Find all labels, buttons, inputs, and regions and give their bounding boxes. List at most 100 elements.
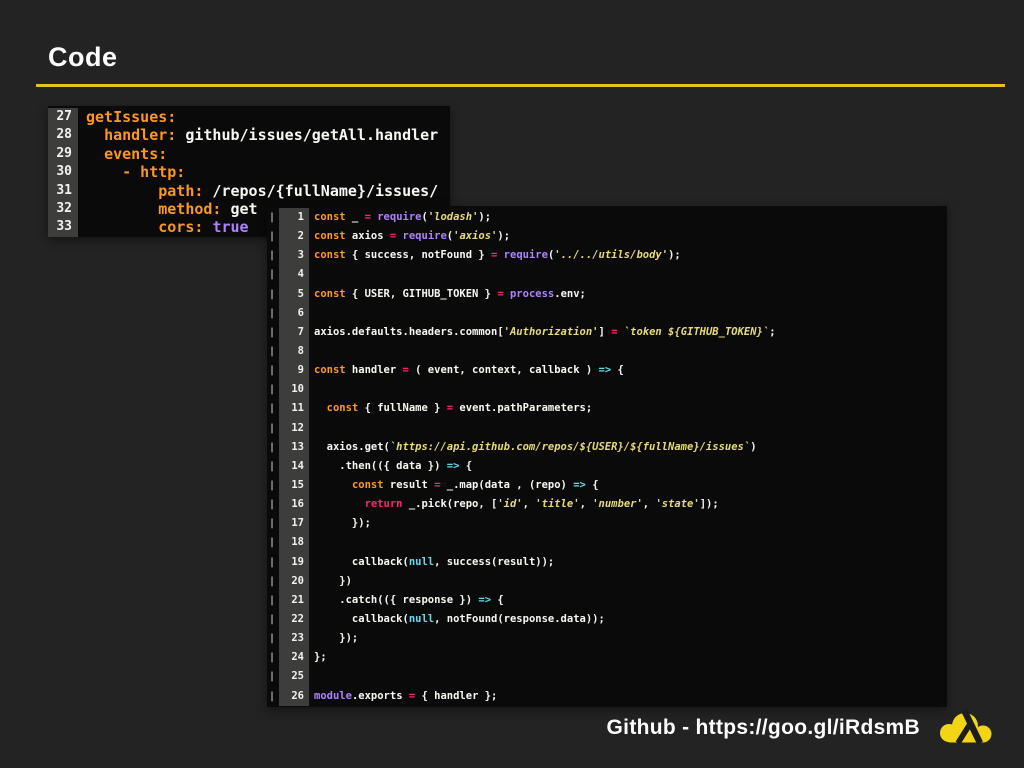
line-number: 32 bbox=[48, 200, 78, 218]
code-line: |9const handler = ( event, context, call… bbox=[267, 361, 947, 380]
pane-divider-mark: | bbox=[267, 438, 279, 457]
pane-divider-mark: | bbox=[267, 495, 279, 514]
pane-divider-mark: | bbox=[267, 227, 279, 246]
code-line: 27getIssues: bbox=[48, 108, 450, 126]
line-number: 14 bbox=[279, 457, 309, 476]
code-text: }; bbox=[309, 648, 947, 667]
pane-divider-mark: | bbox=[267, 610, 279, 629]
line-number: 28 bbox=[48, 126, 78, 144]
code-text bbox=[309, 533, 947, 552]
line-number: 33 bbox=[48, 218, 78, 236]
code-text: axios.get(`https://api.github.com/repos/… bbox=[309, 438, 947, 457]
line-number: 24 bbox=[279, 648, 309, 667]
line-number: 5 bbox=[279, 285, 309, 304]
line-number: 6 bbox=[279, 304, 309, 323]
line-number: 22 bbox=[279, 610, 309, 629]
code-text: const { fullName } = event.pathParameter… bbox=[309, 399, 947, 418]
code-text: axios.defaults.headers.common['Authoriza… bbox=[309, 323, 947, 342]
code-text: events: bbox=[78, 145, 450, 163]
line-number: 2 bbox=[279, 227, 309, 246]
line-number: 23 bbox=[279, 629, 309, 648]
code-line: |15 const result = _.map(data , (repo) =… bbox=[267, 476, 947, 495]
code-text: const result = _.map(data , (repo) => { bbox=[309, 476, 947, 495]
code-text: module.exports = { handler }; bbox=[309, 687, 947, 706]
line-number: 21 bbox=[279, 591, 309, 610]
code-text: callback(null, notFound(response.data)); bbox=[309, 610, 947, 629]
pane-divider-mark: | bbox=[267, 629, 279, 648]
code-line: |10 bbox=[267, 380, 947, 399]
pane-divider-mark: | bbox=[267, 667, 279, 686]
line-number: 13 bbox=[279, 438, 309, 457]
code-text: }) bbox=[309, 572, 947, 591]
pane-divider-mark: | bbox=[267, 419, 279, 438]
code-line: 29 events: bbox=[48, 145, 450, 163]
code-text: const handler = ( event, context, callba… bbox=[309, 361, 947, 380]
code-line: |3const { success, notFound } = require(… bbox=[267, 246, 947, 265]
line-number: 19 bbox=[279, 553, 309, 572]
code-text: const { success, notFound } = require('.… bbox=[309, 246, 947, 265]
code-line: |13 axios.get(`https://api.github.com/re… bbox=[267, 438, 947, 457]
line-number: 30 bbox=[48, 163, 78, 181]
code-text bbox=[309, 667, 947, 686]
code-text: const axios = require('axios'); bbox=[309, 227, 947, 246]
code-line: |16 return _.pick(repo, ['id', 'title', … bbox=[267, 495, 947, 514]
line-number: 17 bbox=[279, 514, 309, 533]
line-number: 7 bbox=[279, 323, 309, 342]
cloud-lambda-logo bbox=[936, 709, 996, 746]
code-line: 31 path: /repos/{fullName}/issues/ bbox=[48, 182, 450, 200]
js-code-block: |1const _ = require('lodash');|2const ax… bbox=[267, 206, 947, 707]
code-line: |12 bbox=[267, 419, 947, 438]
line-number: 20 bbox=[279, 572, 309, 591]
code-line: |7axios.defaults.headers.common['Authori… bbox=[267, 323, 947, 342]
page-title: Code bbox=[48, 42, 118, 73]
pane-divider-mark: | bbox=[267, 591, 279, 610]
footer: Github - https://goo.gl/iRdsmB bbox=[607, 709, 996, 746]
code-text bbox=[309, 419, 947, 438]
code-line: |17 }); bbox=[267, 514, 947, 533]
pane-divider-mark: | bbox=[267, 265, 279, 284]
code-line: |5const { USER, GITHUB_TOKEN } = process… bbox=[267, 285, 947, 304]
pane-divider-mark: | bbox=[267, 553, 279, 572]
code-text: }); bbox=[309, 514, 947, 533]
pane-divider-mark: | bbox=[267, 457, 279, 476]
line-number: 12 bbox=[279, 419, 309, 438]
code-line: |20 }) bbox=[267, 572, 947, 591]
code-line: |2const axios = require('axios'); bbox=[267, 227, 947, 246]
footer-github-url: Github - https://goo.gl/iRdsmB bbox=[607, 716, 920, 740]
line-number: 11 bbox=[279, 399, 309, 418]
code-line: |6 bbox=[267, 304, 947, 323]
pane-divider-mark: | bbox=[267, 514, 279, 533]
code-line: |25 bbox=[267, 667, 947, 686]
code-text: getIssues: bbox=[78, 108, 450, 126]
line-number: 4 bbox=[279, 265, 309, 284]
line-number: 10 bbox=[279, 380, 309, 399]
line-number: 29 bbox=[48, 145, 78, 163]
line-number: 15 bbox=[279, 476, 309, 495]
line-number: 3 bbox=[279, 246, 309, 265]
line-number: 16 bbox=[279, 495, 309, 514]
code-line: |19 callback(null, success(result)); bbox=[267, 553, 947, 572]
code-line: |24}; bbox=[267, 648, 947, 667]
pane-divider-mark: | bbox=[267, 246, 279, 265]
code-text: path: /repos/{fullName}/issues/ bbox=[78, 182, 450, 200]
line-number: 31 bbox=[48, 182, 78, 200]
code-text: return _.pick(repo, ['id', 'title', 'num… bbox=[309, 495, 947, 514]
code-line: |8 bbox=[267, 342, 947, 361]
pane-divider-mark: | bbox=[267, 342, 279, 361]
code-line: |22 callback(null, notFound(response.dat… bbox=[267, 610, 947, 629]
pane-divider-mark: | bbox=[267, 648, 279, 667]
pane-divider-mark: | bbox=[267, 399, 279, 418]
title-underline bbox=[36, 84, 1005, 87]
pane-divider-mark: | bbox=[267, 285, 279, 304]
pane-divider-mark: | bbox=[267, 361, 279, 380]
pane-divider-mark: | bbox=[267, 687, 279, 706]
code-text: callback(null, success(result)); bbox=[309, 553, 947, 572]
code-line: |23 }); bbox=[267, 629, 947, 648]
code-text: const _ = require('lodash'); bbox=[309, 208, 947, 227]
pane-divider-mark: | bbox=[267, 380, 279, 399]
line-number: 9 bbox=[279, 361, 309, 380]
code-line: |26module.exports = { handler }; bbox=[267, 687, 947, 706]
code-line: 28 handler: github/issues/getAll.handler bbox=[48, 126, 450, 144]
line-number: 1 bbox=[279, 208, 309, 227]
pane-divider-mark: | bbox=[267, 572, 279, 591]
